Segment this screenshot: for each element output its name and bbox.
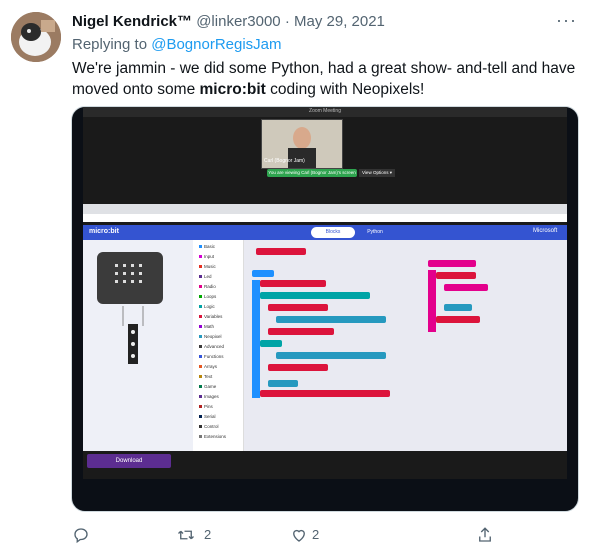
block-toolbox: Basic Input Music Led Radio Loops Logic … <box>193 240 244 451</box>
author-avatar[interactable] <box>11 12 61 62</box>
brand-label: Microsoft <box>533 228 558 234</box>
separator: · <box>284 13 290 30</box>
category-item: Neopixel <box>199 334 222 339</box>
category-item: Advanced <box>199 344 224 349</box>
category-item: Pins <box>199 404 213 409</box>
browser-tabs <box>83 204 567 214</box>
tweet-text-bold: micro:bit <box>199 81 266 98</box>
author-handle[interactable]: @linker3000 <box>196 13 280 30</box>
browser-urlbar <box>83 214 567 222</box>
category-item: Radio <box>199 284 216 289</box>
viewing-banner: You are viewing Carl (Bognor Jam)'s scre… <box>267 169 357 177</box>
replying-to: Replying to @BognorRegisJam <box>72 36 282 53</box>
zoom-screenshot: Zoom Meeting Carl (Bognor Jam) You are v… <box>83 107 567 479</box>
zoom-titlebar: Zoom Meeting <box>83 107 567 117</box>
tweet-text-part2: coding with Neopixels! <box>265 81 425 98</box>
camera-name: Carl (Bognor Jam) <box>264 158 305 164</box>
author-name[interactable]: Nigel Kendrick™ <box>72 13 192 30</box>
download-button: Download <box>87 454 171 468</box>
category-item: Music <box>199 264 216 269</box>
category-item: Text <box>199 374 212 379</box>
category-item: Loops <box>199 294 216 299</box>
category-item: Logic <box>199 304 215 309</box>
tweet-date[interactable]: May 29, 2021 <box>294 13 385 30</box>
replying-to-label: Replying to <box>72 36 148 53</box>
category-item: Math <box>199 324 214 329</box>
view-options-button: View Options ▾ <box>359 169 395 177</box>
tab-blocks: Blocks <box>311 227 355 238</box>
more-options-icon[interactable]: ··· <box>556 10 577 31</box>
category-item: Control <box>199 424 219 429</box>
tweet-text: We're jammin - we did some Python, had a… <box>72 58 582 100</box>
retweet-icon[interactable] <box>176 526 196 547</box>
simulator-panel: Download <box>83 240 193 468</box>
blocks-workspace <box>244 240 567 451</box>
category-item: Extensions <box>199 434 226 439</box>
like-count: 2 <box>312 527 320 542</box>
makecode-header: micro:bit Blocks Python Microsoft <box>83 225 567 240</box>
neopixel-strip <box>122 306 144 364</box>
category-item: Images <box>199 394 219 399</box>
share-icon[interactable] <box>476 526 494 547</box>
camera-feed: Carl (Bognor Jam) <box>261 119 343 169</box>
app-name: micro:bit <box>89 228 119 235</box>
category-item: Led <box>199 274 212 279</box>
category-item: Input <box>199 254 214 259</box>
category-item: Functions <box>199 354 224 359</box>
zoom-title: Zoom Meeting <box>309 108 341 114</box>
microbit-board <box>97 252 163 304</box>
replying-to-link[interactable]: @BognorRegisJam <box>151 36 281 53</box>
category-item: Basic <box>199 244 215 249</box>
tab-python: Python <box>367 229 383 235</box>
category-item: Arrays <box>199 364 217 369</box>
author-line: Nigel Kendrick™ @linker3000 · May 29, 20… <box>72 13 385 30</box>
reply-icon[interactable] <box>72 526 90 547</box>
category-item: Serial <box>199 414 216 419</box>
category-item: Variables <box>199 314 222 319</box>
category-item: Game <box>199 384 216 389</box>
like-icon[interactable] <box>290 526 308 547</box>
retweet-count: 2 <box>204 527 212 542</box>
tweet-media[interactable]: Zoom Meeting Carl (Bognor Jam) You are v… <box>71 106 579 512</box>
